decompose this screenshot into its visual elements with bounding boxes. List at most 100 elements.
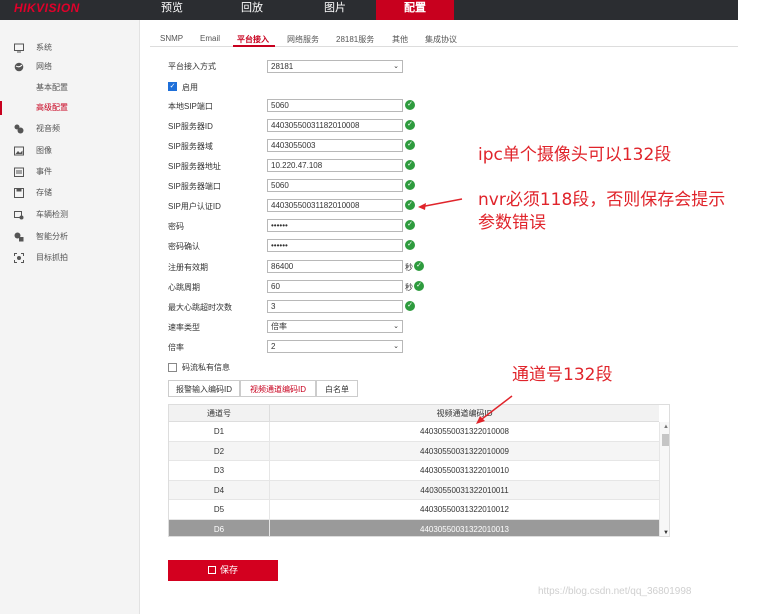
channel-cell: D6 [169,519,270,536]
nav-playback[interactable]: 回放 [230,0,274,20]
rate-select[interactable]: 2 ⌄ [267,340,403,353]
scroll-down-icon[interactable]: ▼ [663,530,669,536]
chevron-down-icon: ⌄ [393,343,399,350]
subtab-video-channel-id[interactable]: 视频通道编码ID [240,380,316,397]
video-id-cell[interactable]: 44030550031322010009 [270,442,659,461]
subtab-alarm-input-id[interactable]: 报警输入编码ID [168,380,240,397]
table-row[interactable]: D3 44030550031322010010 [169,461,659,481]
check-ok-icon: ✓ [405,140,415,150]
channel-id-table: 通道号 视频通道编码ID D1 44030550031322010008 D2 … [168,404,670,537]
save-label: 保存 [219,565,238,575]
table-row[interactable]: D5 44030550031322010012 [169,500,659,520]
video-id-cell[interactable]: 44030550031322010011 [270,481,659,500]
video-id-cell[interactable]: 44030550031322010010 [270,461,659,480]
video-id-cell[interactable]: 44030550031322010012 [270,500,659,519]
field-label: SIP用户认证ID [168,202,221,211]
tab-network-service[interactable]: 网络服务 [287,34,319,45]
av-icon [14,124,24,134]
sidebar: 系统 网络 基本配置 高级配置 视音频 图像 事件 存储 车辆检测 智能分析 目… [0,20,140,614]
globe-icon [14,62,24,72]
sidebar-item-system[interactable]: 系统 [0,39,140,57]
storage-icon [14,188,24,198]
table-row-selected[interactable]: D6 44030550031322010013 [169,519,659,537]
analysis-icon [14,232,24,242]
column-header-video-id: 视频通道编码ID [436,409,493,418]
sip-user-auth-id-input[interactable]: 44030550031182010008 [267,199,403,212]
active-tab-indicator [233,45,275,47]
monitor-icon [14,43,24,53]
sidebar-subitem-advanced[interactable]: 高级配置 [0,99,140,117]
check-ok-icon: ✓ [405,200,415,210]
password-input[interactable]: •••••• [267,219,403,232]
field-label: 注册有效期 [168,263,208,272]
sidebar-item-label: 视音频 [36,124,60,133]
tab-28181-service[interactable]: 28181服务 [336,34,374,45]
field-label: 心跳周期 [168,283,200,292]
tab-platform-access[interactable]: 平台接入 [237,34,269,45]
field-label: SIP服务器域 [168,142,213,151]
arrow-to-auth-id [418,198,463,210]
tab-other[interactable]: 其他 [392,34,408,45]
password-confirm-input[interactable]: •••••• [267,239,403,252]
event-icon [14,167,24,177]
sidebar-item-event[interactable]: 事件 [0,163,140,181]
capture-icon [14,253,24,263]
sidebar-item-label: 图像 [36,146,52,155]
column-header-channel: 通道号 [169,405,270,422]
channel-cell: D4 [169,480,270,499]
max-heartbeat-timeout-input[interactable]: 3 [267,300,403,313]
channel-cell: D3 [169,461,270,480]
table-row[interactable]: D2 44030550031322010009 [169,441,659,461]
chevron-down-icon: ⌄ [393,323,399,330]
tab-email[interactable]: Email [200,34,220,43]
table-row[interactable]: D4 44030550031322010011 [169,480,659,500]
check-ok-icon: ✓ [414,261,424,271]
sip-server-port-input[interactable]: 5060 [267,179,403,192]
sidebar-subitem-basic[interactable]: 基本配置 [0,79,140,97]
save-button[interactable]: 保存 [168,560,278,581]
rate-value: 2 [271,342,276,351]
chevron-down-icon: ⌄ [393,63,399,70]
access-mode-label: 平台接入方式 [168,62,216,71]
sidebar-item-network[interactable]: 网络 [0,58,140,76]
annotation-nvr-line2: 参数错误 [478,213,546,233]
table-row[interactable]: D1 44030550031322010008 [169,422,659,442]
check-ok-icon: ✓ [405,120,415,130]
sidebar-item-image[interactable]: 图像 [0,142,140,160]
video-id-cell[interactable]: 44030550031322010013 [270,520,659,537]
scrollbar-thumb[interactable] [662,434,669,446]
tab-integration-protocol[interactable]: 集成协议 [425,34,457,45]
sidebar-item-storage[interactable]: 存储 [0,184,140,202]
sip-server-address-input[interactable]: 10.220.47.108 [267,159,403,172]
sidebar-item-av[interactable]: 视音频 [0,120,140,138]
field-label: SIP服务器端口 [168,182,221,191]
sidebar-item-label: 目标抓拍 [36,253,68,262]
nav-config[interactable]: 配置 [376,0,454,20]
encrypt-stream-checkbox[interactable] [168,363,177,372]
unit-seconds: 秒 [405,283,413,292]
local-sip-port-input[interactable]: 5060 [267,99,403,112]
sidebar-item-analysis[interactable]: 智能分析 [0,228,140,246]
sip-server-domain-input[interactable]: 4403055003 [267,139,403,152]
sip-server-id-input[interactable]: 44030550031182010008 [267,119,403,132]
heartbeat-period-input[interactable]: 60 [267,280,403,293]
sidebar-item-label: 网络 [36,62,52,71]
video-id-cell[interactable]: 44030550031322010008 [270,422,659,441]
table-header: 通道号 视频通道编码ID [169,405,659,422]
table-scrollbar[interactable]: ▲ ▼ [659,422,669,536]
sidebar-item-label: 高级配置 [36,103,68,112]
access-mode-select[interactable]: 28181 ⌄ [267,60,403,73]
tab-snmp[interactable]: SNMP [160,34,183,43]
scroll-up-icon[interactable]: ▲ [663,424,669,430]
sidebar-item-label: 基本配置 [36,83,68,92]
encrypt-stream-label: 码流私有信息 [182,363,230,372]
subtab-whitelist[interactable]: 白名单 [316,380,358,397]
nav-picture[interactable]: 图片 [313,0,357,20]
stream-type-select[interactable]: 倍率 ⌄ [267,320,403,333]
enable-checkbox[interactable]: ✓ [168,82,177,91]
sidebar-item-capture[interactable]: 目标抓拍 [0,249,140,267]
sidebar-item-vehicle[interactable]: 车辆检测 [0,206,140,224]
nav-preview[interactable]: 预览 [150,0,194,20]
register-expiry-input[interactable]: 86400 [267,260,403,273]
sidebar-item-label: 存储 [36,188,52,197]
